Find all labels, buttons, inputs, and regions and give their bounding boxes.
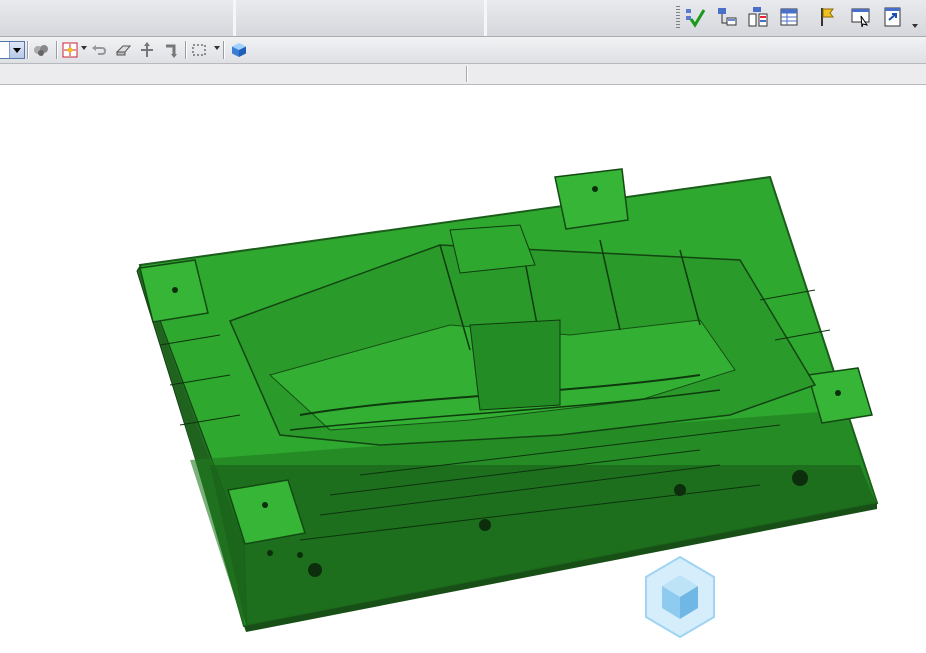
check-workflow-icon[interactable] (682, 4, 708, 30)
cube-shading-icon[interactable] (229, 40, 249, 60)
tree-structure-icon[interactable] (745, 4, 771, 30)
export-document-icon[interactable] (880, 4, 906, 30)
graphics-viewport[interactable] (0, 85, 926, 653)
orientation-triad-icon[interactable] (645, 555, 715, 639)
toolbar-divider (233, 0, 236, 36)
toolbar-divider (223, 41, 224, 59)
chevron-down-icon[interactable] (9, 42, 24, 58)
undo-arrow-icon[interactable] (89, 40, 109, 60)
toolbar-grip[interactable] (676, 6, 680, 30)
chevron-down-icon[interactable] (214, 46, 220, 50)
chevron-down-icon[interactable] (912, 24, 918, 28)
toolbar-divider (27, 41, 28, 59)
flag-marker-icon[interactable] (814, 4, 840, 30)
rotate-icon[interactable] (161, 40, 181, 60)
toolbar-divider (56, 41, 57, 59)
snap-point-icon[interactable] (60, 40, 80, 60)
move-axis-icon[interactable] (137, 40, 157, 60)
top-toolbar (0, 0, 926, 37)
mold-model-render[interactable] (0, 85, 926, 653)
selection-box-icon[interactable] (189, 40, 209, 60)
view-options-icon[interactable] (31, 40, 51, 60)
toolbar-divider (484, 0, 487, 36)
select-view-icon[interactable] (848, 4, 874, 30)
tree-expand-icon[interactable] (714, 4, 740, 30)
chevron-down-icon[interactable] (81, 46, 87, 50)
status-bar (0, 64, 926, 85)
status-divider (466, 66, 467, 82)
view-toolbar (0, 37, 926, 64)
view-mode-dropdown[interactable] (0, 41, 25, 59)
toolbar-divider (185, 41, 186, 59)
eraser-icon[interactable] (114, 40, 134, 60)
table-view-icon[interactable] (776, 4, 802, 30)
